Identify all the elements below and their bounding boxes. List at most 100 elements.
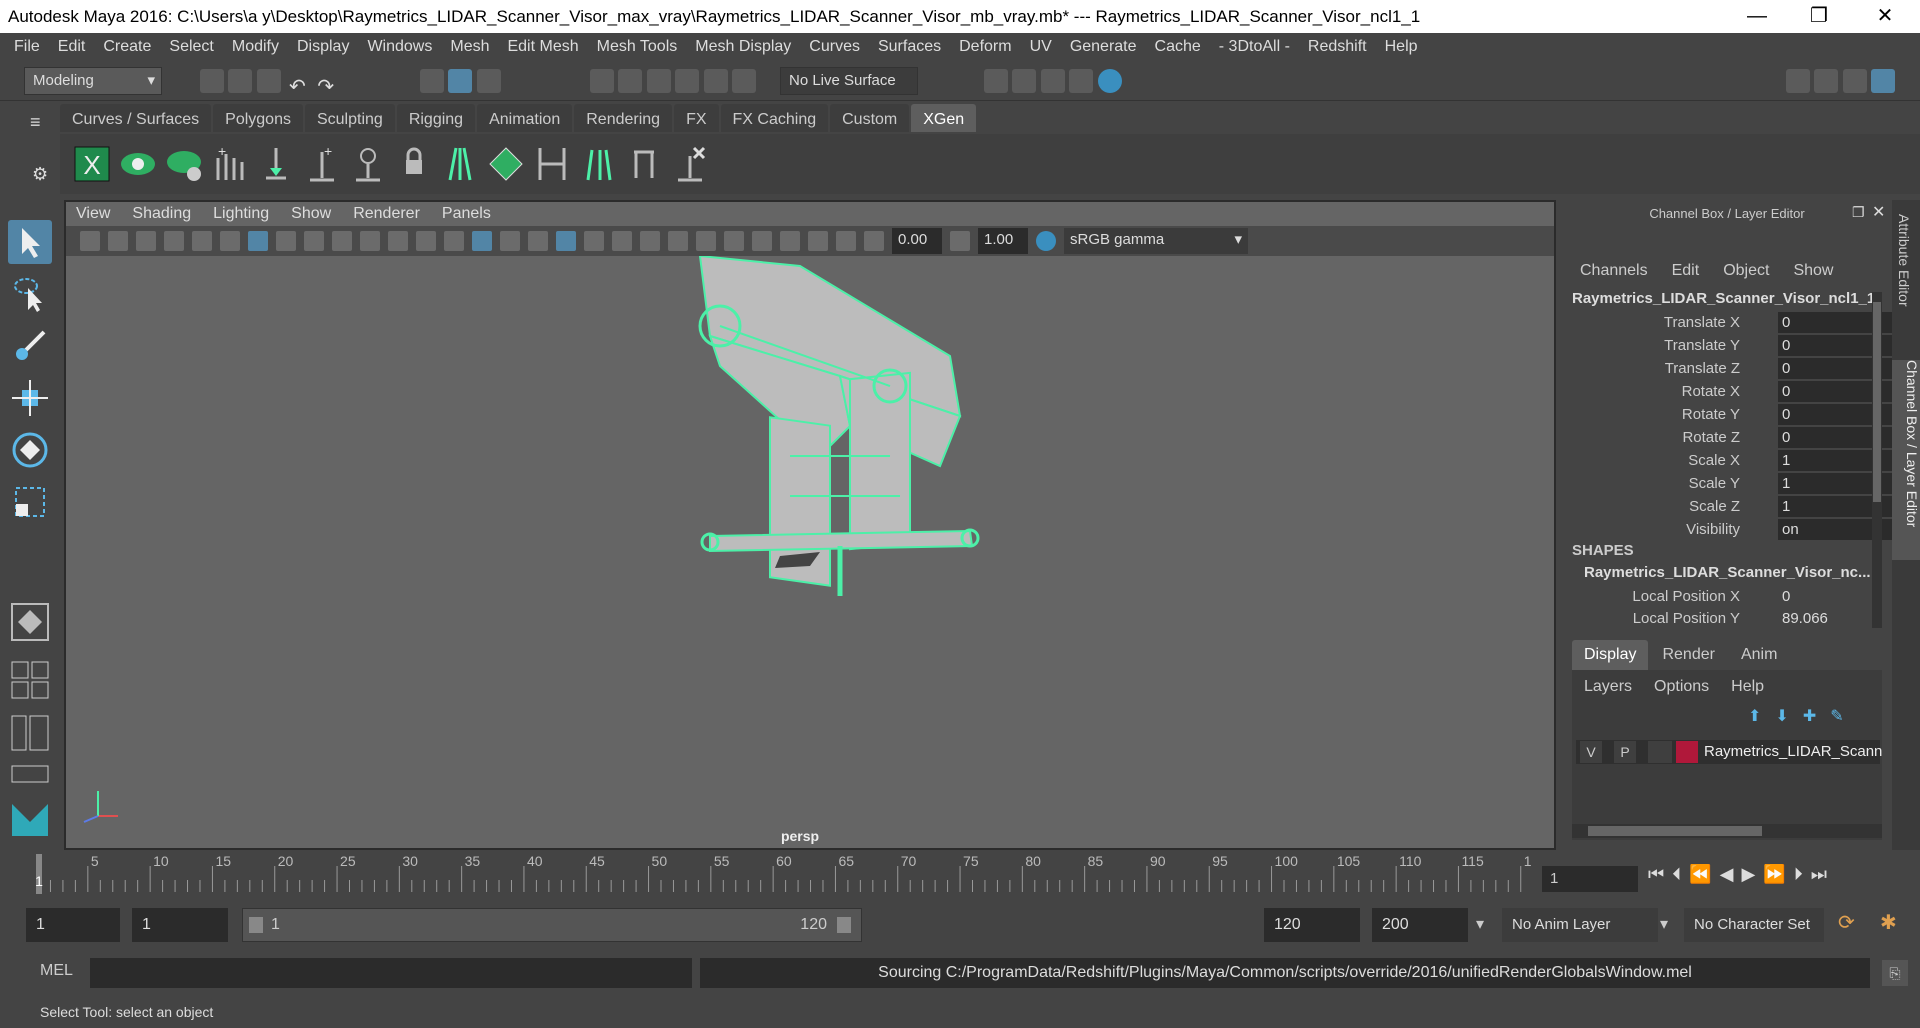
tab-fx-caching[interactable]: FX Caching — [720, 104, 829, 132]
paint-select-icon[interactable] — [8, 324, 52, 368]
attr-translate-y[interactable]: Translate Y0 — [1562, 335, 1896, 357]
channel-box-icon[interactable] — [1871, 69, 1896, 93]
camera-attributes-icon[interactable] — [108, 231, 128, 251]
menu-edit[interactable]: Edit — [50, 38, 96, 56]
redo-icon[interactable]: ↷ — [314, 74, 338, 98]
attr-local-position-x[interactable]: Local Position X0 — [1562, 586, 1872, 608]
current-frame-field[interactable]: 1 — [1542, 866, 1638, 892]
snap-curve-icon[interactable] — [618, 69, 643, 93]
color-management-icon[interactable] — [1036, 231, 1056, 251]
layout-outliner-icon[interactable] — [10, 714, 50, 754]
menu-mesh-display[interactable]: Mesh Display — [687, 38, 801, 56]
attr-translate-x[interactable]: Translate X0 — [1562, 312, 1896, 334]
make-live-icon[interactable] — [732, 69, 757, 93]
gear-icon[interactable]: ⚙ — [32, 164, 48, 185]
snap-surface-icon[interactable] — [703, 69, 728, 93]
tab-curves-surfaces[interactable]: Curves / Surfaces — [60, 104, 212, 132]
tab-rendering[interactable]: Rendering — [574, 104, 673, 132]
colorspace-dropdown[interactable]: sRGB gamma ▾ — [1064, 228, 1248, 254]
maximize-button[interactable]: ❐ — [1796, 0, 1842, 33]
tool-settings-icon[interactable] — [1842, 69, 1867, 93]
xray-components-icon[interactable] — [836, 231, 856, 251]
attr-scale-z[interactable]: Scale Z1 — [1562, 496, 1896, 518]
play-backwards-icon[interactable]: ◀ — [1720, 864, 1734, 885]
attr-translate-z[interactable]: Translate Z0 — [1562, 358, 1896, 380]
channels-menu[interactable]: Channels — [1580, 262, 1648, 280]
modeling-toolkit-icon[interactable] — [1786, 69, 1810, 93]
layer-color-swatch[interactable] — [1676, 741, 1698, 763]
menu-redshift[interactable]: Redshift — [1300, 38, 1377, 56]
object-name[interactable]: Raymetrics_LIDAR_Scanner_Visor_ncl1_1 — [1572, 290, 1875, 307]
layout-quad-icon[interactable] — [10, 660, 50, 700]
select-object-icon[interactable] — [448, 69, 473, 93]
last-tool-icon[interactable] — [8, 600, 52, 644]
xgen-delete-guide-icon[interactable] — [670, 144, 710, 184]
menu-modify[interactable]: Modify — [224, 38, 289, 56]
vp-menu-shading[interactable]: Shading — [132, 205, 191, 223]
select-hierarchy-icon[interactable] — [420, 69, 444, 93]
preferences-icon[interactable]: ✱ — [1880, 910, 1897, 935]
step-forward-key-icon[interactable]: ⏩ — [1763, 864, 1785, 885]
ipr-render-icon[interactable] — [1040, 69, 1065, 93]
gamma-field[interactable]: 1.00 — [978, 228, 1028, 254]
attr-rotate-z[interactable]: Rotate Z0 — [1562, 427, 1896, 449]
menu-select[interactable]: Select — [161, 38, 223, 56]
use-all-lights-icon[interactable] — [584, 231, 604, 251]
menu-generate[interactable]: Generate — [1062, 38, 1147, 56]
menu-help[interactable]: Help — [1377, 38, 1428, 56]
auto-key-icon[interactable]: ⟳ — [1838, 910, 1855, 935]
gamma-icon[interactable] — [950, 231, 970, 251]
range-end-handle[interactable] — [837, 917, 851, 933]
new-scene-icon[interactable] — [200, 69, 224, 93]
tab-attribute-editor[interactable]: Attribute Editor — [1896, 214, 1912, 307]
move-layer-up-icon[interactable]: ⬆ — [1748, 706, 1761, 726]
gate-mask-icon[interactable] — [332, 231, 352, 251]
playback-end-field[interactable]: 120 — [1264, 908, 1360, 942]
minimize-button[interactable]: — — [1734, 0, 1780, 33]
exposure-field[interactable]: 0.00 — [892, 228, 942, 254]
close-icon[interactable]: ✕ — [1872, 202, 1885, 222]
vp-menu-panels[interactable]: Panels — [442, 205, 491, 223]
vp-menu-lighting[interactable]: Lighting — [213, 205, 269, 223]
xray-joints-icon[interactable] — [808, 231, 828, 251]
script-editor-icon[interactable]: ⎘ — [1882, 960, 1908, 986]
xgen-clear-preview-icon[interactable] — [164, 144, 204, 184]
shadows-icon[interactable] — [612, 231, 632, 251]
2d-pan-icon[interactable] — [192, 231, 212, 251]
tab-channel-box[interactable]: Channel Box / Layer Editor — [1892, 360, 1920, 560]
vp-menu-renderer[interactable]: Renderer — [353, 205, 420, 223]
xgen-sculpt-guide-icon[interactable] — [256, 144, 296, 184]
depth-of-field-icon[interactable] — [724, 231, 744, 251]
menu-mesh-tools[interactable]: Mesh Tools — [589, 38, 688, 56]
xgen-guide-icon-4[interactable] — [532, 144, 572, 184]
save-scene-icon[interactable] — [256, 69, 281, 93]
cmd-language-label[interactable]: MEL — [40, 962, 73, 980]
new-layer-icon[interactable]: ✚ — [1803, 706, 1816, 726]
xgen-guide-icon-2[interactable] — [348, 144, 388, 184]
xray-icon[interactable] — [780, 231, 800, 251]
layer-scrollbar[interactable] — [1572, 824, 1882, 838]
time-slider[interactable]: 5 10 15 20 25 30 35 40 45 50 55 60 65 70 75 80 85 90 95 100… — [24, 852, 1540, 896]
anim-layer-dropdown[interactable]: No Anim Layer — [1502, 908, 1658, 942]
open-scene-icon[interactable] — [228, 69, 253, 93]
tab-anim[interactable]: Anim — [1729, 640, 1789, 670]
ambient-occlusion-icon[interactable] — [640, 231, 660, 251]
menu-icon[interactable]: ≡ — [30, 112, 41, 133]
help-menu[interactable]: Help — [1731, 678, 1764, 696]
wireframe-icon[interactable] — [444, 231, 464, 251]
grease-pencil-icon[interactable] — [220, 231, 240, 251]
attr-rotate-x[interactable]: Rotate X0 — [1562, 381, 1896, 403]
layer-visibility-toggle[interactable]: V — [1580, 741, 1602, 763]
snap-grid-icon[interactable] — [590, 69, 614, 93]
move-tool-icon[interactable] — [8, 376, 52, 420]
mode-dropdown[interactable]: Modeling ▾ — [24, 67, 162, 95]
tab-polygons[interactable]: Polygons — [213, 104, 303, 132]
step-back-frame-icon[interactable]: ⏴ — [1672, 864, 1681, 885]
scanner-model[interactable] — [690, 256, 990, 616]
vp-menu-show[interactable]: Show — [291, 205, 331, 223]
tab-render[interactable]: Render — [1650, 640, 1726, 670]
xgen-window-icon[interactable]: X — [72, 144, 112, 184]
menu-display[interactable]: Display — [289, 38, 359, 56]
playback-start-field[interactable]: 1 — [132, 908, 228, 942]
go-to-start-icon[interactable]: ⏮ — [1648, 864, 1664, 885]
